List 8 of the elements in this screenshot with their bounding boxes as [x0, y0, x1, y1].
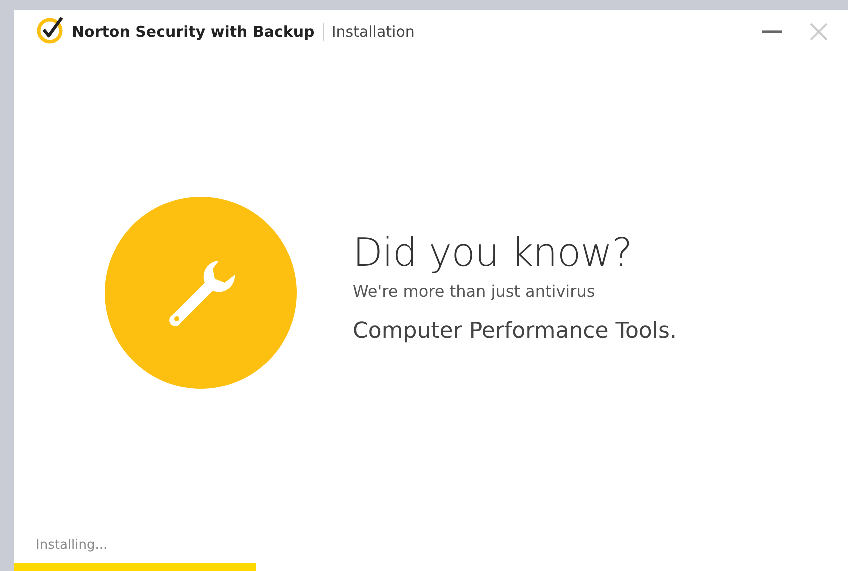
slide-heading: Did you know?	[353, 230, 634, 276]
minimize-icon[interactable]	[762, 30, 782, 34]
feature-name: Computer Performance Tools.	[353, 318, 677, 344]
window-title: Installation	[332, 23, 415, 41]
checkmark-logo-icon	[36, 14, 66, 44]
product-name: Norton Security with Backup	[72, 23, 315, 41]
slide-subtitle: We're more than just antivirus	[353, 282, 596, 300]
status-text: Installing...	[36, 538, 109, 553]
